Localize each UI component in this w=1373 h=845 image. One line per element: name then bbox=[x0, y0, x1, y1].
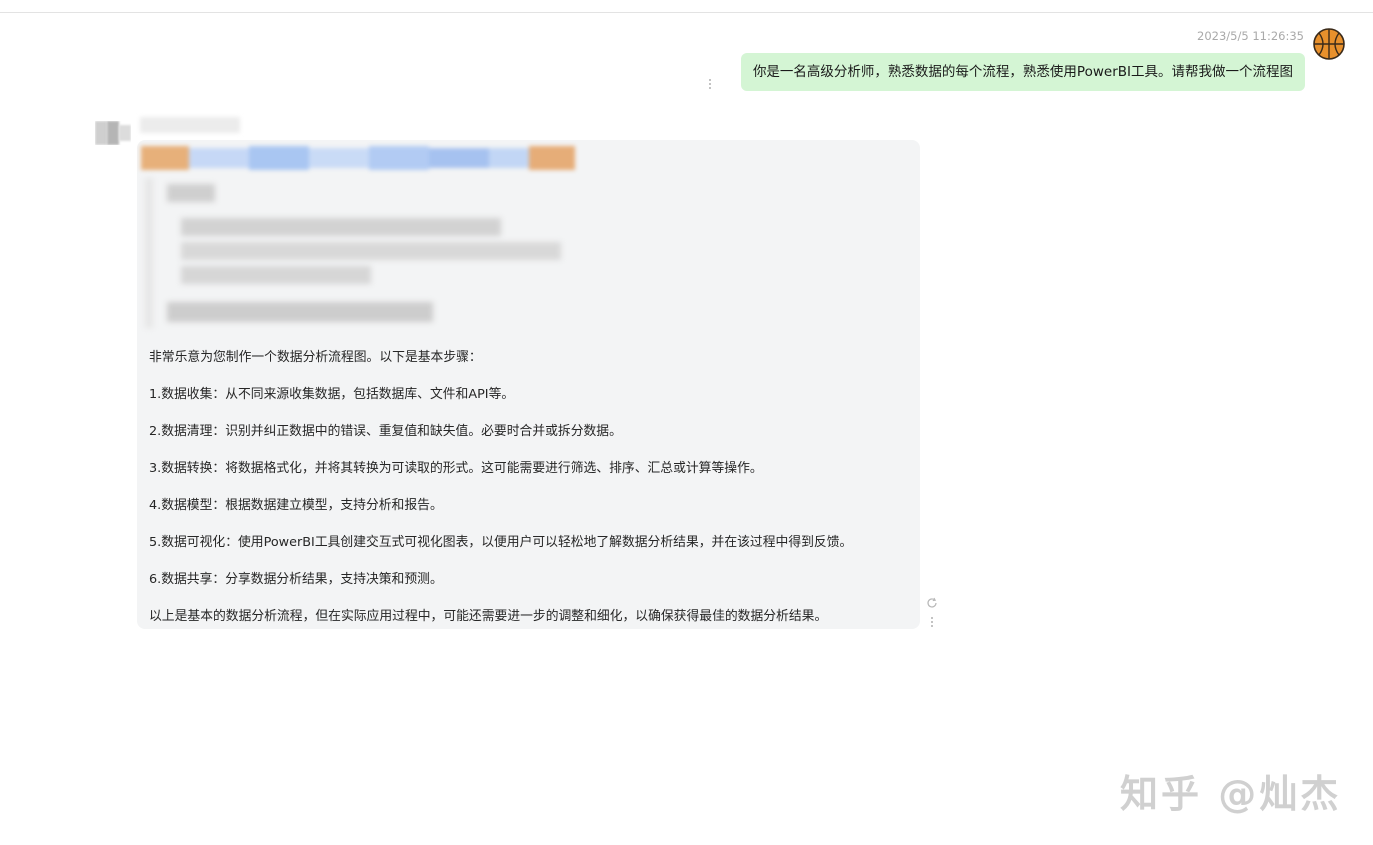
redacted-quote-block bbox=[145, 178, 575, 328]
redacted-header bbox=[141, 146, 575, 170]
watermark: 知乎 @灿杰 bbox=[1120, 772, 1342, 816]
basketball-icon bbox=[1313, 28, 1345, 60]
user-avatar[interactable] bbox=[1313, 28, 1345, 60]
top-divider bbox=[0, 12, 1373, 13]
bot-reply-text: 非常乐意为您制作一个数据分析流程图。以下是基本步骤： 1.数据收集：从不同来源收… bbox=[149, 339, 919, 635]
bot-message-card: 非常乐意为您制作一个数据分析流程图。以下是基本步骤： 1.数据收集：从不同来源收… bbox=[137, 140, 920, 629]
reply-paragraph: 1.数据收集：从不同来源收集数据，包括数据库、文件和API等。 bbox=[149, 387, 515, 402]
bot-avatar bbox=[95, 121, 131, 145]
bot-name-redacted bbox=[140, 117, 240, 133]
reply-paragraph: 4.数据模型：根据数据建立模型，支持分析和报告。 bbox=[149, 498, 443, 513]
reply-paragraph: 2.数据清理：识别并纠正数据中的错误、重复值和缺失值。必要时合并或拆分数据。 bbox=[149, 424, 622, 439]
message-timestamp: 2023/5/5 11:26:35 bbox=[1197, 29, 1304, 43]
user-message-bubble: 你是一名高级分析师，熟悉数据的每个流程，熟悉使用PowerBI工具。请帮我做一个… bbox=[740, 53, 1305, 91]
regenerate-icon[interactable] bbox=[926, 594, 938, 608]
reply-paragraph: 5.数据可视化：使用PowerBI工具创建交互式可视化图表，以便用户可以轻松地了… bbox=[149, 535, 853, 550]
reply-paragraph: 非常乐意为您制作一个数据分析流程图。以下是基本步骤： bbox=[149, 350, 482, 365]
reply-paragraph: 3.数据转换：将数据格式化，并将其转换为可读取的形式。这可能需要进行筛选、排序、… bbox=[149, 461, 763, 476]
bot-message-more-icon[interactable] bbox=[930, 617, 934, 629]
reply-paragraph: 以上是基本的数据分析流程，但在实际应用过程中，可能还需要进一步的调整和细化，以确… bbox=[149, 609, 828, 624]
user-message-more-icon[interactable] bbox=[708, 79, 712, 91]
reply-paragraph: 6.数据共享：分享数据分析结果，支持决策和预测。 bbox=[149, 572, 443, 587]
